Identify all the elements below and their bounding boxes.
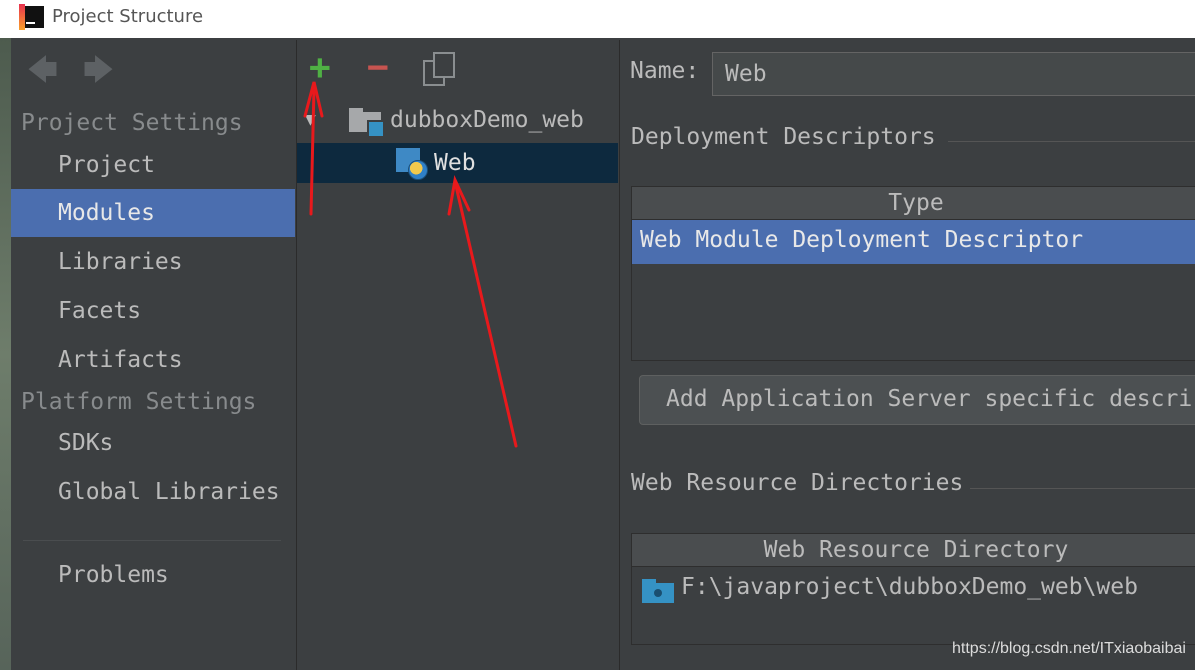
annotation-overlay [303,81,518,448]
annotation-arrow-add [309,86,316,216]
annotation-arrow-web [454,184,518,448]
